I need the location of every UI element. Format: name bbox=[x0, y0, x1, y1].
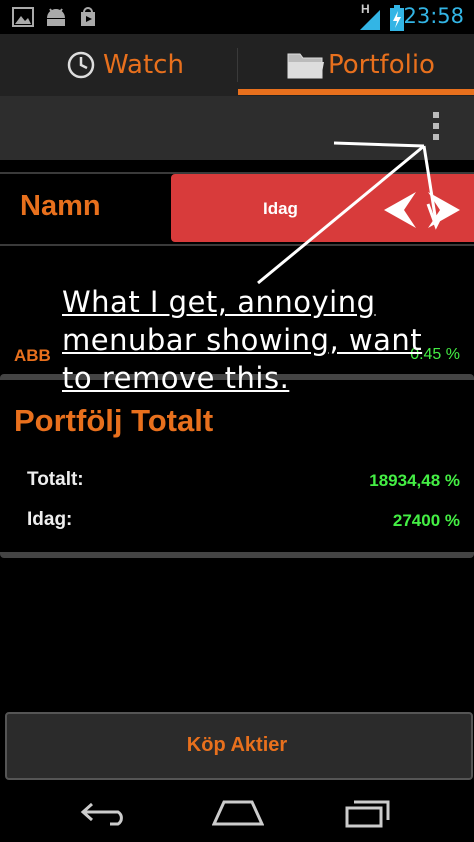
annotation-text: What I get, annoying menubar showing, wa… bbox=[62, 285, 423, 395]
annotation-arrow bbox=[257, 141, 448, 285]
